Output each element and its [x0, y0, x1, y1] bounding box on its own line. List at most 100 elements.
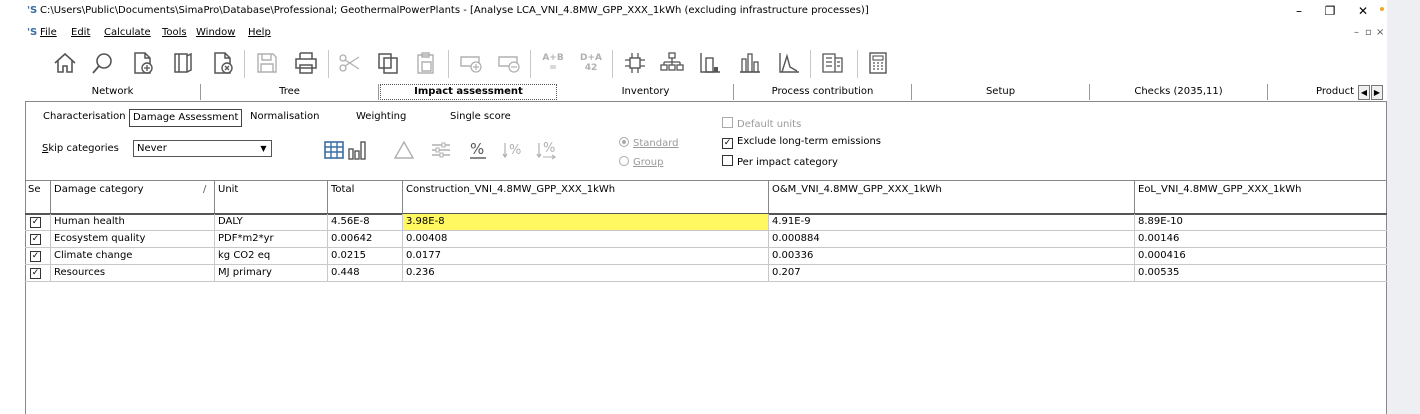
add-row-icon[interactable]: [455, 46, 487, 80]
col-header-construction[interactable]: Construction_VNI_4.8MW_GPP_XXX_1kWh: [403, 181, 769, 213]
tab-checks[interactable]: Checks (2035,11): [1090, 84, 1268, 100]
default-units-checkbox[interactable]: Default units: [722, 117, 801, 130]
col-header-om[interactable]: O&M_VNI_4.8MW_GPP_XXX_1kWh: [769, 181, 1135, 213]
table-row[interactable]: ✓ Human health DALY 4.56E-8 3.98E-8 4.91…: [25, 214, 1387, 231]
cell-total: 4.56E-8: [328, 214, 403, 230]
copy-icon[interactable]: [372, 46, 404, 80]
menu-window[interactable]: Window: [196, 27, 235, 38]
subtab-damage-assessment[interactable]: Damage Assessment: [129, 109, 243, 127]
calculator-icon[interactable]: [862, 46, 894, 80]
cell-eol: 8.89E-10: [1138, 216, 1183, 227]
paste-icon[interactable]: [410, 46, 442, 80]
search-icon[interactable]: [87, 46, 119, 80]
menu-tools[interactable]: Tools: [162, 27, 187, 38]
cell-construction[interactable]: 3.98E-8: [403, 214, 769, 230]
new-document-icon[interactable]: [127, 46, 159, 80]
table-row[interactable]: ✓ Ecosystem quality PDF*m2*yr 0.00642 0.…: [25, 231, 1387, 248]
row-checkbox[interactable]: ✓: [25, 248, 51, 264]
remove-row-icon[interactable]: [493, 46, 525, 80]
menu-file[interactable]: File: [40, 27, 57, 38]
tab-scroll-left-icon[interactable]: ◀: [1358, 85, 1370, 100]
svg-text:%: %: [543, 141, 555, 156]
report-icon[interactable]: [817, 46, 849, 80]
menu-help[interactable]: Help: [248, 27, 271, 38]
tree-icon[interactable]: [656, 46, 688, 80]
table-row[interactable]: ✓ Resources MJ primary 0.448 0.236 0.207…: [25, 265, 1387, 282]
compare-icon[interactable]: A+B =: [537, 46, 569, 80]
skip-categories-value: Never: [137, 143, 167, 154]
toolbar-separator: [810, 50, 811, 78]
subtab-weighting[interactable]: Weighting: [353, 109, 409, 125]
toolbar-separator: [857, 50, 858, 78]
col-header-select[interactable]: Se: [25, 181, 51, 213]
tab-impact-assessment[interactable]: Impact assessment: [380, 84, 557, 100]
col-header-eol[interactable]: EoL_VNI_4.8MW_GPP_XXX_1kWh: [1135, 181, 1387, 213]
cell-unit: PDF*m2*yr: [215, 231, 328, 247]
cell-total: 0.0215: [328, 248, 403, 264]
col-header-unit[interactable]: Unit: [215, 181, 328, 213]
tab-inventory[interactable]: Inventory: [558, 84, 734, 100]
chevron-down-icon[interactable]: ▼: [256, 141, 271, 156]
menu-calculate[interactable]: Calculate: [104, 27, 151, 38]
cut-icon[interactable]: [334, 46, 366, 80]
cell-eol: 0.00146: [1138, 233, 1180, 244]
tab-process-contribution[interactable]: Process contribution: [734, 84, 912, 100]
delete-document-icon[interactable]: [207, 46, 239, 80]
checkmark-icon: ✓: [722, 138, 733, 149]
cell-category: Climate change: [51, 248, 215, 264]
sort-slash-icon: /: [203, 184, 207, 195]
subtab-characterisation[interactable]: Characterisation: [40, 109, 129, 125]
group-radio[interactable]: Group: [619, 156, 663, 168]
tab-product[interactable]: Product: [1268, 84, 1358, 100]
mdi-minimize-button[interactable]: –: [1354, 27, 1359, 38]
network-settings-icon[interactable]: [619, 46, 651, 80]
tab-tree[interactable]: Tree: [201, 84, 379, 100]
document-icon[interactable]: 'S: [27, 27, 37, 38]
skip-categories-select[interactable]: Never ▼: [133, 140, 272, 157]
col-header-damage-category[interactable]: Damage category: [51, 181, 215, 213]
menu-edit[interactable]: Edit: [71, 27, 90, 38]
bar-chart-icon[interactable]: [734, 46, 766, 80]
chart-view-icon[interactable]: [346, 138, 370, 162]
print-icon[interactable]: [290, 46, 322, 80]
standard-radio[interactable]: Standard: [619, 137, 679, 149]
scroll-area-background: [1387, 0, 1420, 414]
row-checkbox[interactable]: ✓: [25, 231, 51, 247]
col-header-total[interactable]: Total: [328, 181, 403, 213]
row-checkbox[interactable]: ✓: [25, 214, 51, 230]
cell-om: 0.00336: [769, 248, 1135, 264]
open-book-icon[interactable]: [167, 46, 199, 80]
table-row[interactable]: ✓ Climate change kg CO2 eq 0.0215 0.0177…: [25, 248, 1387, 265]
checkbox-icon: [722, 117, 733, 128]
subtab-single-score[interactable]: Single score: [447, 109, 514, 125]
subtab-normalisation[interactable]: Normalisation: [247, 109, 322, 125]
filter-sliders-icon[interactable]: [429, 138, 453, 162]
triangle-icon[interactable]: [392, 138, 416, 162]
row-checkbox[interactable]: ✓: [25, 265, 51, 281]
menu-bar: 'S File Edit Calculate Tools Window Help…: [0, 24, 1387, 42]
table-view-icon[interactable]: [322, 138, 346, 162]
mdi-close-button[interactable]: ×: [1376, 27, 1384, 38]
percent-sort-icon[interactable]: %: [535, 138, 559, 162]
title-bar: 'S C:\Users\Public\Documents\SimaPro\Dat…: [0, 0, 1387, 22]
cell-category: Ecosystem quality: [51, 231, 215, 247]
cell-unit: MJ primary: [215, 265, 328, 281]
distribution-chart-icon[interactable]: [773, 46, 805, 80]
analyse-difference-icon[interactable]: D+A 42: [575, 46, 607, 80]
svg-text:%: %: [470, 140, 484, 158]
save-icon[interactable]: [251, 46, 283, 80]
close-button[interactable]: ✕: [1348, 2, 1378, 20]
exclude-long-term-checkbox[interactable]: ✓ Exclude long-term emissions: [722, 136, 881, 149]
cell-construction: 0.236: [403, 265, 769, 281]
percent-icon[interactable]: %: [466, 138, 490, 162]
home-icon[interactable]: [49, 46, 81, 80]
single-bar-chart-icon[interactable]: [694, 46, 726, 80]
mdi-restore-button[interactable]: ▫: [1365, 27, 1372, 38]
tab-setup[interactable]: Setup: [912, 84, 1090, 100]
maximize-button[interactable]: ❐: [1315, 2, 1345, 20]
percent-down-icon[interactable]: %: [501, 138, 525, 162]
minimize-button[interactable]: –: [1284, 2, 1314, 20]
tab-network[interactable]: Network: [25, 84, 201, 100]
per-impact-category-checkbox[interactable]: Per impact category: [722, 155, 838, 168]
tab-scroll-right-icon[interactable]: ▶: [1371, 85, 1383, 100]
